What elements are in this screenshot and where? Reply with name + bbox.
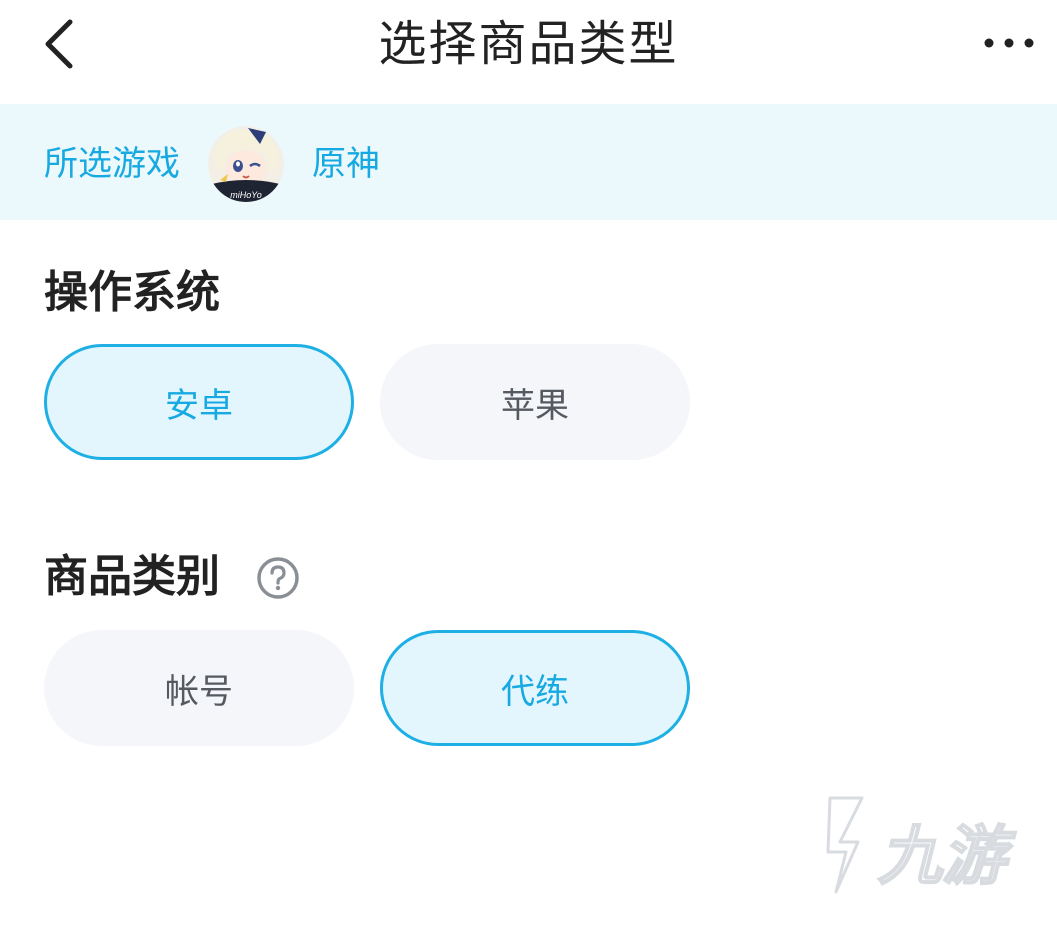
page-title: 选择商品类型 xyxy=(378,16,679,72)
top-bar: 选择商品类型 xyxy=(0,0,1057,104)
more-horizontal-icon xyxy=(984,38,1034,48)
selected-game-name[interactable]: 原神 xyxy=(312,144,380,184)
help-button[interactable] xyxy=(256,556,300,600)
selected-game-bar: 所选游戏 miHoYo 原神 xyxy=(0,104,1057,220)
os-option-ios[interactable]: 苹果 xyxy=(380,344,690,460)
os-option-label: 安卓 xyxy=(165,385,233,426)
os-section-title: 操作系统 xyxy=(44,267,220,318)
category-section-title: 商品类别 xyxy=(44,551,220,602)
question-circle-icon xyxy=(257,557,299,599)
more-button[interactable] xyxy=(977,14,1041,74)
svg-text:miHoYo: miHoYo xyxy=(230,190,262,200)
category-option-label: 帐号 xyxy=(165,671,233,712)
os-option-label: 苹果 xyxy=(501,385,569,426)
category-option-account[interactable]: 帐号 xyxy=(44,630,354,746)
svg-text:九游: 九游 xyxy=(878,820,1017,892)
jiuyou-watermark: 九游 xyxy=(800,790,1030,900)
os-option-android[interactable]: 安卓 xyxy=(44,344,354,460)
selected-game-label: 所选游戏 xyxy=(44,144,180,184)
category-option-boosting[interactable]: 代练 xyxy=(380,630,690,746)
game-avatar: miHoYo xyxy=(208,126,284,202)
category-option-label: 代练 xyxy=(501,671,569,712)
